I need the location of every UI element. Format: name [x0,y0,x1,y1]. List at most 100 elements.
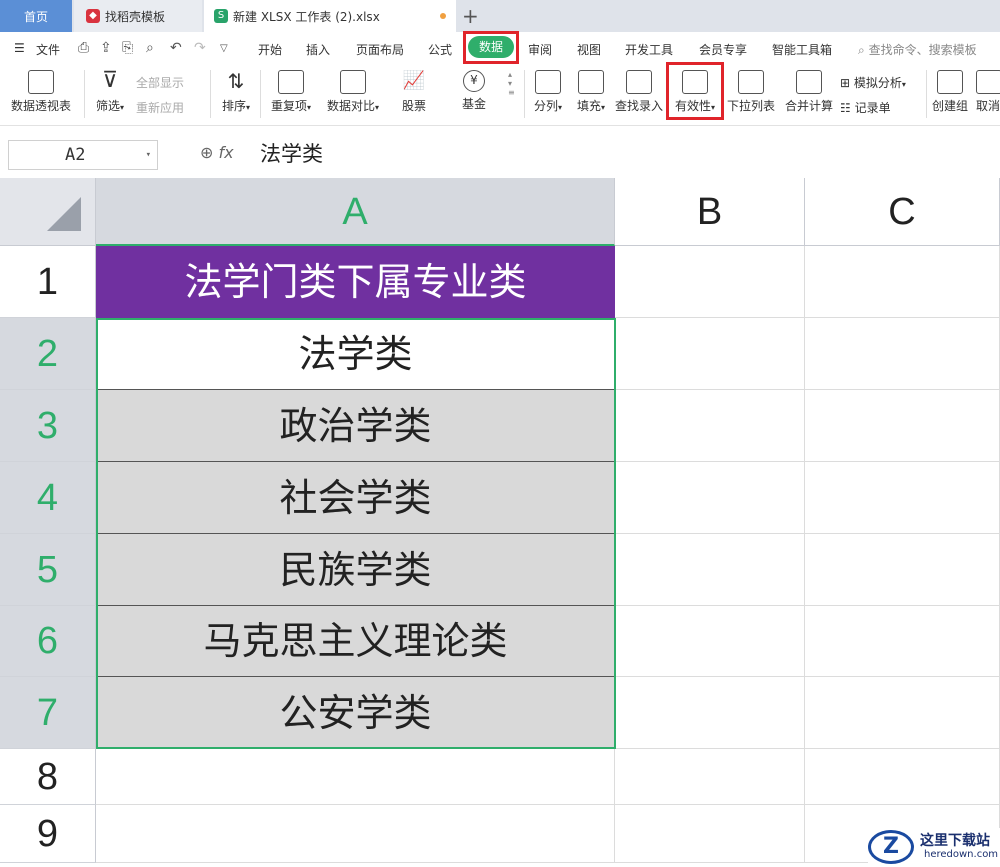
cell-c5[interactable] [805,534,1000,606]
menu-smart-toolbox[interactable]: 智能工具箱 [772,41,832,58]
tab-home-label: 首页 [23,9,48,24]
cell-a6[interactable]: 马克思主义理论类 [96,606,615,677]
name-box-value: A2 [65,145,86,165]
reapply-button[interactable]: 重新应用 [136,99,184,116]
quick-access-dropdown-icon[interactable]: ▽ [220,43,228,54]
row-header-7[interactable]: 7 [0,677,96,749]
split-label: 分列 [533,99,558,113]
cell-c4[interactable] [805,462,1000,534]
menu-formula[interactable]: 公式 [428,41,452,58]
row-header-8[interactable]: 8 [0,749,96,805]
formula-tools: ⊕ fx [200,143,234,162]
ungroup-button[interactable]: 取消 [976,70,1000,114]
pivot-table-button[interactable]: 数据透视表 [8,70,74,114]
cell-a7[interactable]: 公安学类 [96,677,615,749]
cell-c7[interactable] [805,677,1000,749]
name-box[interactable]: A2 ▾ [8,140,158,170]
select-all-corner[interactable] [0,178,96,246]
cell-b2[interactable] [615,318,805,390]
filter-icon: ⊽ [101,68,119,93]
what-if-analysis-button[interactable]: ⊞ 模拟分析▾ [840,74,906,91]
create-group-button[interactable]: 创建组 [930,70,970,114]
cell-c8[interactable] [805,749,1000,805]
cell-c3[interactable] [805,390,1000,462]
cell-b1[interactable] [615,246,805,318]
lookup-entry-button[interactable]: 查找录入 [612,70,666,114]
cell-a5[interactable]: 民族学类 [96,534,615,606]
cell-b6[interactable] [615,606,805,677]
menu-insert[interactable]: 插入 [306,41,330,58]
search-icon: ⌕ [858,43,865,57]
row-header-3[interactable]: 3 [0,390,96,462]
tab-template[interactable]: ◆ 找稻壳模板 [74,0,202,32]
column-header-c[interactable]: C [805,178,1000,246]
menu-developer[interactable]: 开发工具 [625,41,673,58]
row-header-9[interactable]: 9 [0,805,96,863]
cell-b8[interactable] [615,749,805,805]
add-tab-button[interactable]: + [462,4,479,28]
show-all-button[interactable]: 全部显示 [136,74,184,91]
split-button[interactable]: 分列▾ [530,70,566,114]
cell-c2[interactable] [805,318,1000,390]
preview-icon[interactable]: ⌕ [146,40,154,56]
cell-a1[interactable]: 法学门类下属专业类 [96,246,615,318]
cell-b4[interactable] [615,462,805,534]
consolidate-icon [796,70,822,94]
data-compare-button[interactable]: 数据对比▾ [322,70,384,114]
cell-a8[interactable] [96,749,615,805]
save-icon[interactable]: ⎙ [78,40,89,56]
row-header-1[interactable]: 1 [0,246,96,318]
tab-file[interactable]: S 新建 XLSX 工作表 (2).xlsx [204,0,456,32]
cell-a2[interactable]: 法学类 [96,318,615,390]
record-form-button[interactable]: ☷ 记录单 [840,99,891,116]
cell-a9[interactable] [96,805,615,863]
hamburger-icon[interactable]: ☰ [14,41,25,55]
fx-icon[interactable]: fx [219,143,234,162]
row-header-4[interactable]: 4 [0,462,96,534]
dropdown-list-button[interactable]: 下拉列表 [724,70,778,114]
menu-review[interactable]: 审阅 [528,41,552,58]
fill-button[interactable]: 填充▾ [572,70,610,114]
menu-member[interactable]: 会员专享 [699,41,747,58]
row-header-6[interactable]: 6 [0,606,96,677]
cell-a4[interactable]: 社会学类 [96,462,615,534]
redo-icon[interactable]: ↷ [194,40,206,56]
split-icon [535,70,561,94]
data-compare-icon [340,70,366,94]
ribbon-separator [524,70,525,118]
cell-b9[interactable] [615,805,805,863]
filter-button[interactable]: ⊽ 筛选▾ [92,70,128,114]
cell-c6[interactable] [805,606,1000,677]
menu-start[interactable]: 开始 [258,41,282,58]
cell-c1[interactable] [805,246,1000,318]
cell-b7[interactable] [615,677,805,749]
cell-b5[interactable] [615,534,805,606]
dropdown-list-icon [738,70,764,94]
chevron-down-icon[interactable]: ▾ [146,141,151,169]
stock-label: 股票 [401,99,426,113]
menu-view[interactable]: 视图 [577,41,601,58]
duplicates-button[interactable]: 重复项▾ [266,70,316,114]
row-header-5[interactable]: 5 [0,534,96,606]
cell-b3[interactable] [615,390,805,462]
zoom-icon[interactable]: ⊕ [200,143,213,162]
menu-file[interactable]: 文件 [36,41,60,58]
watermark-logo: Z [868,830,914,864]
row-header-2[interactable]: 2 [0,318,96,390]
gallery-scroll-icon[interactable]: ▴ ▾ ≡ [508,70,515,97]
formula-input[interactable]: 法学类 [260,140,323,168]
tab-home[interactable]: 首页 [0,0,72,32]
menu-page-layout[interactable]: 页面布局 [356,41,404,58]
unsaved-dot-icon [440,13,446,19]
export-icon[interactable]: ⇪ [100,40,112,56]
undo-icon[interactable]: ↶ [170,40,182,56]
column-header-a[interactable]: A [96,178,615,246]
fund-button[interactable]: ¥ 基金 [452,70,496,112]
column-header-b[interactable]: B [615,178,805,246]
cell-a3[interactable]: 政治学类 [96,390,615,462]
sort-button[interactable]: ⇅ 排序▾ [216,70,256,114]
print-icon[interactable]: ⎘ [122,40,133,56]
stock-button[interactable]: 📈 股票 [392,70,436,114]
consolidate-button[interactable]: 合并计算 [782,70,836,114]
command-search[interactable]: ⌕ 查找命令、搜索模板 [858,41,977,58]
